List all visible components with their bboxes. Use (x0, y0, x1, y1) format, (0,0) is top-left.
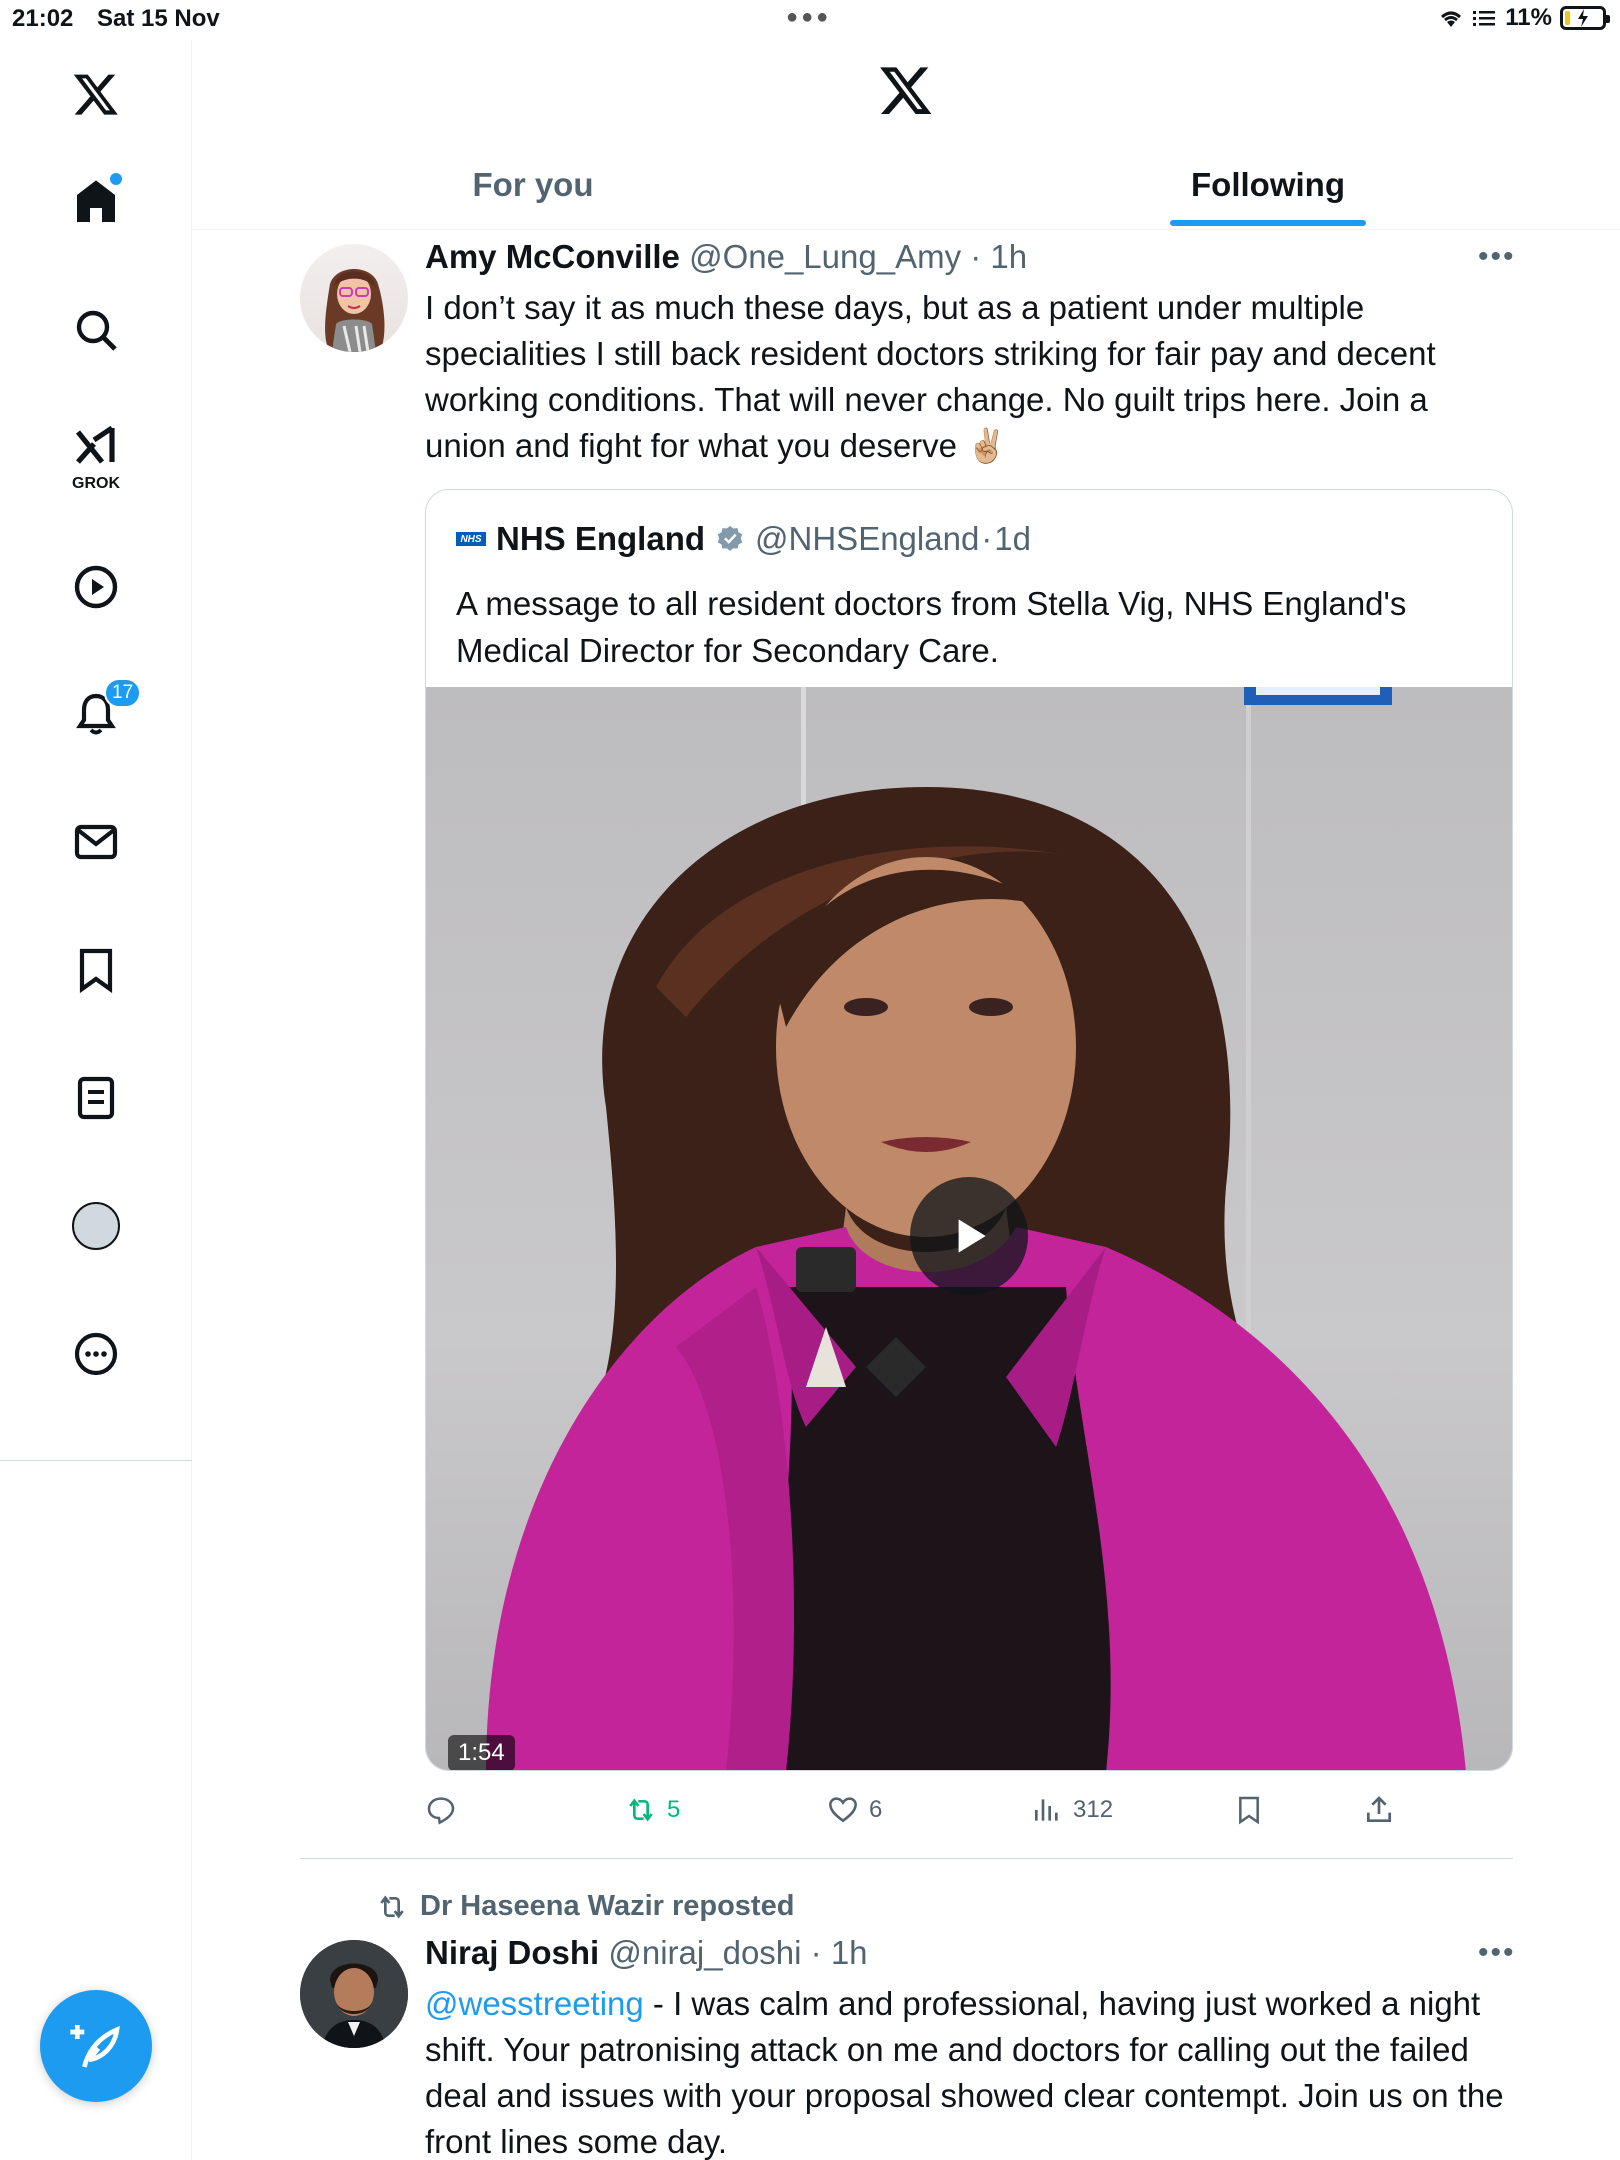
tweet-author-avatar[interactable] (300, 1940, 408, 2048)
tweet-header: Niraj Doshi @niraj_doshi · 1h (425, 1934, 868, 1971)
sidebar-item-profile[interactable] (56, 1186, 136, 1266)
multitasking-dots-icon[interactable]: ●●● (786, 6, 831, 29)
repost-icon (380, 1894, 404, 1919)
tab-following[interactable]: Following (1153, 140, 1383, 230)
sidebar-item-video[interactable] (56, 547, 136, 627)
bookmark-button[interactable] (1233, 1788, 1265, 1832)
tweet-author-handle[interactable]: @One_Lung_Amy (689, 238, 961, 275)
views-count: 312 (1073, 1796, 1114, 1823)
active-tab-indicator (1170, 220, 1366, 226)
quote-text: A message to all resident doctors from S… (456, 585, 1407, 669)
tweet-author-name[interactable]: Niraj Doshi (425, 1934, 599, 1971)
verified-badge-icon (717, 525, 743, 551)
x-logo-icon[interactable] (56, 54, 136, 134)
views-chart-icon (1035, 1799, 1058, 1821)
bookmark-icon (1239, 1796, 1259, 1825)
tweet-more-icon[interactable]: ••• (1478, 1936, 1516, 1970)
tweet-author-avatar[interactable] (300, 244, 408, 352)
repost-count: 5 (667, 1796, 681, 1823)
sidebar-item-grok[interactable]: GROK (56, 415, 136, 495)
tweet-text: I don’t say it as much these days, but a… (425, 289, 1436, 464)
list-icon (77, 1076, 115, 1120)
avatar (72, 1202, 120, 1250)
x-header-logo-icon[interactable] (878, 62, 934, 118)
bookmark-icon (79, 948, 113, 994)
video-duration: 1:54 (448, 1735, 515, 1770)
quote-header: NHS NHS England @NHSEngland · 1d (456, 520, 1031, 558)
grok-label: GROK (72, 475, 120, 492)
video-player[interactable]: 1:54 (426, 687, 1512, 1770)
status-time: 21:02 (12, 5, 74, 32)
sidebar: GROK 17 (0, 40, 192, 2160)
compose-post-button[interactable] (40, 1990, 152, 2102)
like-count: 6 (869, 1796, 883, 1823)
tweet-actions: 5 6 312 (425, 1788, 1425, 1832)
compose-feather-icon (70, 2025, 120, 2068)
like-button[interactable]: 6 (827, 1788, 882, 1832)
sidebar-item-home[interactable] (56, 161, 136, 241)
tweet-more-icon[interactable]: ••• (1478, 240, 1516, 274)
quote-author-name[interactable]: NHS England (496, 520, 705, 558)
reply-button[interactable] (425, 1788, 467, 1832)
mention-link[interactable]: @wesstreeting (425, 1985, 644, 2022)
wifi-icon (1441, 11, 1462, 27)
list-status-icon (1473, 11, 1496, 26)
sidebar-item-notifications[interactable]: 17 (56, 674, 142, 754)
grok-icon (75, 425, 115, 464)
repost-button[interactable]: 5 (625, 1788, 680, 1832)
repost-icon (629, 1798, 653, 1822)
battery-percent: 11% (1505, 4, 1552, 31)
notification-badge: 17 (104, 678, 142, 708)
sidebar-item-explore[interactable] (56, 290, 136, 370)
status-date: Sat 15 Nov (97, 5, 220, 32)
more-circle-icon (74, 1332, 118, 1376)
tweet-time[interactable]: 1h (990, 238, 1027, 275)
home-unread-dot (110, 173, 122, 185)
reposted-by-label: Dr Haseena Wazir reposted (420, 1890, 795, 1922)
play-triangle-icon (958, 1219, 986, 1253)
mail-icon (74, 824, 118, 860)
views-button[interactable]: 312 (1031, 1788, 1113, 1832)
video-play-button[interactable] (910, 1177, 1028, 1295)
heart-icon (829, 1797, 857, 1823)
nhs-logo: NHS (456, 532, 486, 546)
tweet-author-handle[interactable]: @niraj_doshi (608, 1934, 801, 1971)
tweet-author-name[interactable]: Amy McConville (425, 238, 680, 275)
tweet-text: @wesstreeting - I was calm and professio… (425, 1981, 1515, 2160)
sidebar-item-more[interactable] (56, 1314, 136, 1394)
sidebar-divider (0, 1460, 192, 1461)
sidebar-item-bookmarks[interactable] (56, 930, 136, 1010)
search-icon (76, 310, 117, 351)
play-icon (74, 565, 118, 609)
quote-time[interactable]: 1d (994, 520, 1031, 558)
quote-author-handle[interactable]: @NHSEngland (755, 520, 979, 558)
share-icon (1367, 1796, 1391, 1822)
tweet-time[interactable]: 1h (831, 1934, 868, 1971)
sidebar-item-lists[interactable] (56, 1058, 136, 1138)
tweet-header: Amy McConville @One_Lung_Amy · 1h (425, 238, 1028, 275)
timeline-tabs: For you Following (193, 140, 1620, 230)
quoted-tweet[interactable]: NHS NHS England @NHSEngland · 1d A message… (425, 489, 1513, 1771)
repost-context[interactable]: Dr Haseena Wazir reposted (376, 1890, 794, 1923)
battery-icon (1560, 6, 1610, 30)
reply-icon (427, 1797, 455, 1825)
status-right: 11% (1437, 4, 1610, 32)
sidebar-item-messages[interactable] (56, 802, 136, 882)
share-button[interactable] (1363, 1788, 1395, 1832)
status-bar: 21:02 Sat 15 Nov ●●● 11% (0, 0, 1620, 40)
tweet-divider (300, 1858, 1513, 1859)
tab-for-you[interactable]: For you (443, 140, 623, 230)
